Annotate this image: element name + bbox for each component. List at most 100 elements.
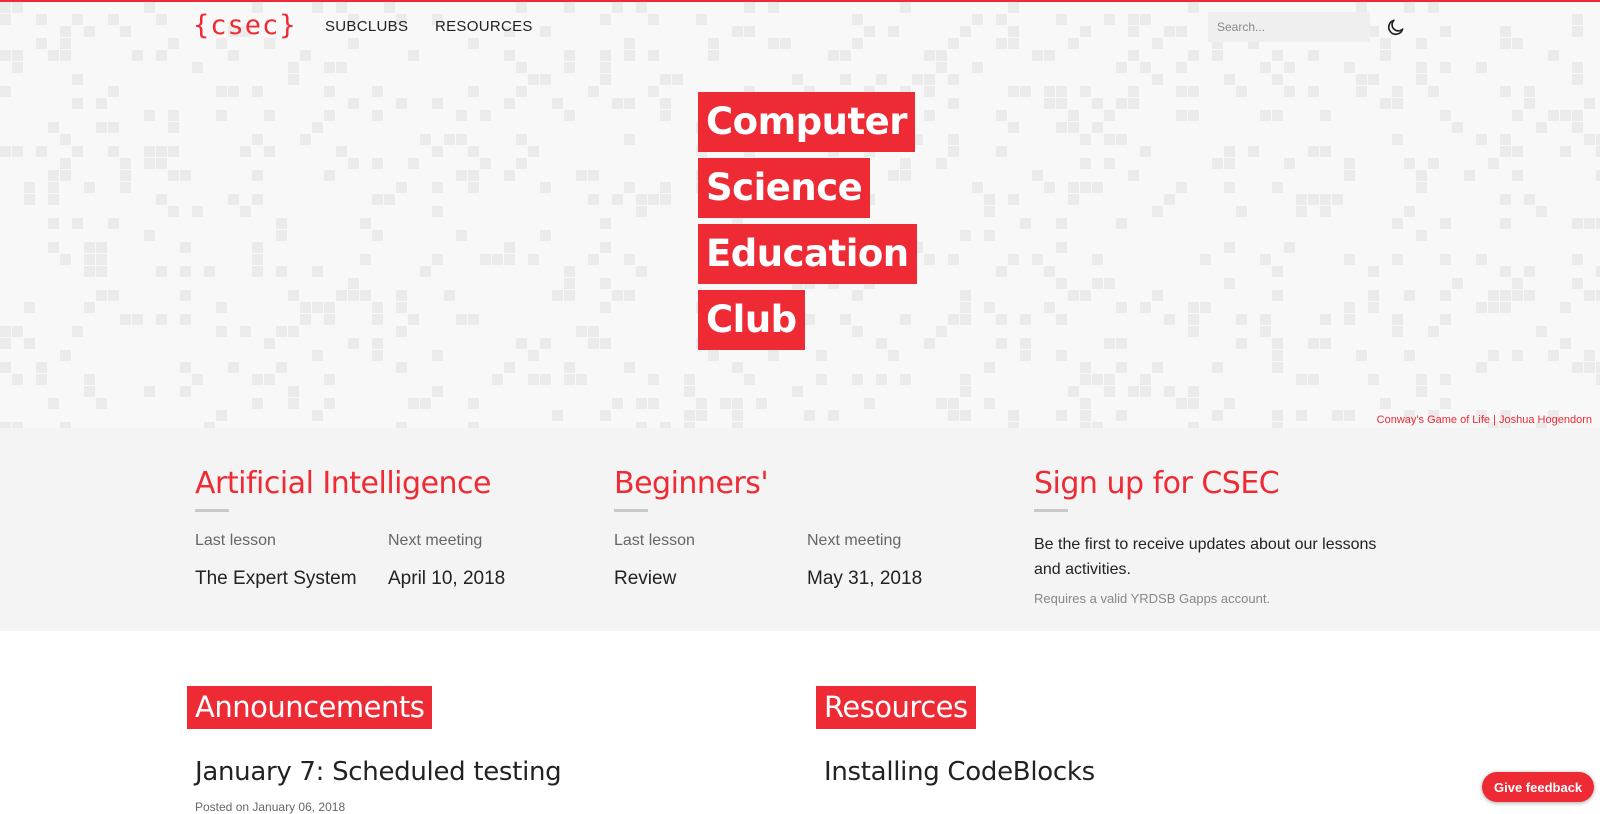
life-cell	[300, 134, 311, 145]
credit-link-game-of-life[interactable]: Conway's Game of Life	[1377, 414, 1490, 426]
life-cell	[684, 374, 695, 385]
life-cell	[1020, 314, 1031, 325]
life-cell	[924, 74, 935, 85]
life-cell	[600, 218, 611, 229]
life-cell	[1272, 182, 1283, 193]
life-cell	[1308, 86, 1319, 97]
next-meeting-label: Next meeting	[807, 532, 902, 549]
life-cell	[552, 98, 563, 109]
life-cell	[240, 146, 251, 157]
life-cell	[1068, 290, 1079, 301]
life-cell	[912, 74, 923, 85]
life-cell	[1044, 98, 1055, 109]
life-cell	[24, 338, 35, 349]
life-cell	[252, 266, 263, 277]
life-cell	[576, 170, 587, 181]
moon-icon[interactable]	[1386, 17, 1406, 37]
life-cell	[120, 314, 131, 325]
life-cell	[144, 146, 155, 157]
life-cell	[1116, 410, 1127, 421]
life-cell	[1344, 410, 1355, 421]
life-cell	[252, 398, 263, 409]
life-cell	[624, 290, 635, 301]
life-cell	[48, 182, 59, 193]
life-cell	[540, 182, 551, 193]
life-cell	[1488, 290, 1499, 301]
life-cell	[1068, 386, 1079, 397]
life-cell	[1092, 182, 1103, 193]
subclub-title-ai[interactable]: Artificial Intelligence	[195, 466, 492, 501]
site-logo[interactable]: {csec}	[193, 10, 297, 41]
life-cell	[1356, 350, 1367, 361]
life-cell	[624, 254, 635, 265]
life-cell	[324, 302, 335, 313]
life-cell	[288, 62, 299, 73]
life-cell	[1056, 242, 1067, 253]
life-cell	[1020, 350, 1031, 361]
life-cell	[1368, 290, 1379, 301]
life-cell	[564, 278, 575, 289]
life-cell	[108, 122, 119, 133]
credit-link-author[interactable]: Joshua Hogendorn	[1499, 414, 1592, 426]
title-underline	[614, 509, 648, 512]
life-cell	[1416, 62, 1427, 73]
life-cell	[60, 350, 71, 361]
life-cell	[96, 266, 107, 277]
announcement-post-title[interactable]: January 7: Scheduled testing	[195, 757, 562, 787]
nav-link-subclubs[interactable]: SUBCLUBS	[325, 18, 408, 35]
life-cell	[1140, 302, 1151, 313]
life-cell	[324, 314, 335, 325]
life-cell	[732, 398, 743, 409]
life-cell	[1356, 74, 1367, 85]
life-cell	[1512, 146, 1523, 157]
life-cell	[180, 386, 191, 397]
life-cell	[1176, 398, 1187, 409]
life-cell	[660, 110, 671, 121]
life-cell	[516, 134, 527, 145]
life-cell	[600, 278, 611, 289]
life-cell	[660, 194, 671, 205]
signup-title[interactable]: Sign up for CSEC	[1034, 466, 1280, 501]
life-cell	[648, 194, 659, 205]
life-cell	[156, 194, 167, 205]
life-cell	[1440, 62, 1451, 73]
life-cell	[420, 266, 431, 277]
life-cell	[960, 230, 971, 241]
next-meeting-label: Next meeting	[388, 532, 483, 549]
life-cell	[984, 398, 995, 409]
life-cell	[636, 194, 647, 205]
life-cell	[1224, 278, 1235, 289]
subclub-title-beginners[interactable]: Beginners'	[614, 466, 769, 501]
life-cell	[600, 338, 611, 349]
life-cell	[1560, 302, 1571, 313]
life-cell	[804, 410, 815, 421]
life-cell	[1152, 362, 1163, 373]
life-cell	[1260, 110, 1271, 121]
life-cell	[1596, 374, 1600, 385]
life-cell	[1548, 350, 1559, 361]
life-cell	[0, 338, 11, 349]
life-cell	[288, 74, 299, 85]
title-word-science: Science	[698, 158, 871, 218]
resource-post-title[interactable]: Installing CodeBlocks	[824, 757, 1095, 787]
life-cell	[468, 182, 479, 193]
life-cell	[168, 110, 179, 121]
nav-link-resources[interactable]: RESOURCES	[435, 18, 533, 35]
announcements-heading: Announcements	[187, 686, 433, 729]
life-cell	[1152, 74, 1163, 85]
give-feedback-button[interactable]: Give feedback	[1482, 772, 1595, 802]
search-input[interactable]	[1208, 12, 1370, 42]
life-cell	[1296, 206, 1307, 217]
life-cell	[1416, 374, 1427, 385]
life-cell	[1020, 338, 1031, 349]
life-cell	[288, 326, 299, 337]
life-cell	[924, 254, 935, 265]
life-cell	[252, 374, 263, 385]
life-cell	[564, 62, 575, 73]
life-cell	[1080, 398, 1091, 409]
life-cell	[468, 146, 479, 157]
life-cell	[1416, 170, 1427, 181]
life-cell	[972, 182, 983, 193]
life-cell	[60, 134, 71, 145]
life-cell	[1164, 386, 1175, 397]
